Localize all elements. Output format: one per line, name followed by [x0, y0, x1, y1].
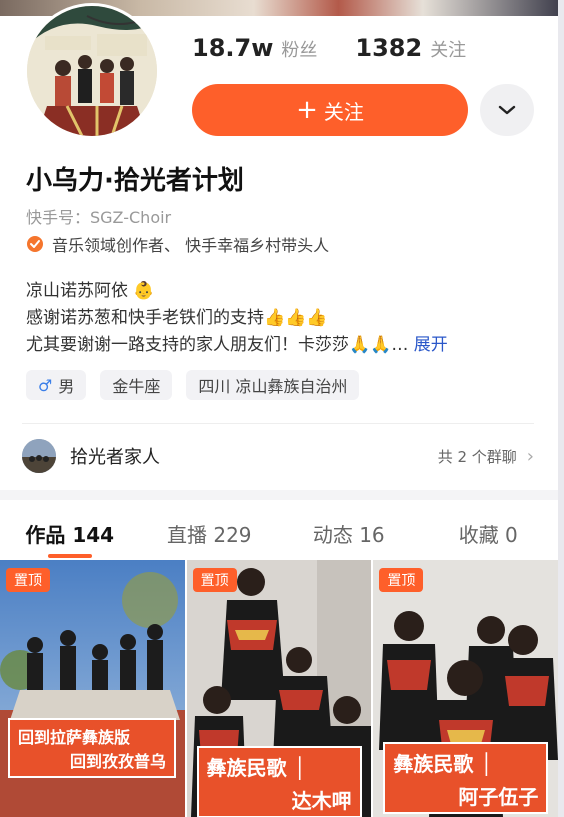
video-caption: 彝族民歌 │ 阿子伍子 — [383, 742, 549, 814]
profile-name: 小乌力·拾光者计划 — [26, 166, 244, 196]
following-label[interactable]: 关注 — [430, 36, 466, 62]
bio-line: 尤其要谢谢一路支持的家人朋友们！卡莎莎🙏🙏… — [26, 335, 409, 355]
video-thumbnail[interactable]: 置顶 回到拉萨彝族版 回到孜孜普乌 — [0, 560, 185, 817]
video-caption: 回到拉萨彝族版 回到孜孜普乌 — [8, 718, 176, 778]
tab-live[interactable]: 直播 229 — [140, 508, 280, 558]
group-count-text: 共 2 个群聊 — [437, 447, 517, 466]
stats-bar: 18.7w 粉丝 1382 关注 — [192, 34, 466, 62]
group-title: 拾光者家人 — [70, 447, 160, 468]
pinned-badge: 置顶 — [6, 568, 50, 592]
kuaishou-id[interactable]: 快手号：SGZ-Choir — [26, 204, 171, 228]
location-tag: 四川 凉山彝族自治州 — [186, 370, 360, 400]
video-caption: 彝族民歌 │ 达木呷 — [196, 746, 362, 817]
certification-row[interactable]: 音乐领域创作者、 快手幸福乡村带头人 — [26, 232, 329, 256]
followers-label[interactable]: 粉丝 — [281, 36, 317, 62]
gender-tag-label: 男 — [58, 377, 75, 396]
video-grid: 置顶 回到拉萨彝族版 回到孜孜普乌 置顶 彝族民歌 │ 达木呷 置顶 彝族民歌 … — [0, 560, 559, 817]
follow-button[interactable]: + 关注 — [192, 84, 468, 136]
caption-line: 回到拉萨彝族版 — [18, 728, 131, 747]
certification-text: 音乐领域创作者、 快手幸福乡村带头人 — [52, 236, 330, 255]
scrollbar-track[interactable] — [558, 0, 564, 817]
tab-favorites[interactable]: 收藏 0 — [419, 508, 559, 558]
caption-line: 阿子伍子 — [458, 785, 539, 809]
bio: 凉山诺苏阿依 👶 感谢诺苏葱和快手老铁们的支持👍👍👍 尤其要谢谢一路支持的家人朋… — [26, 278, 526, 359]
male-icon: ♂ — [38, 375, 53, 395]
bio-line-last: 尤其要谢谢一路支持的家人朋友们！卡莎莎🙏🙏… 展开 — [26, 332, 526, 359]
group-avatar — [22, 439, 56, 473]
caption-line: 彝族民歌 │ — [206, 756, 306, 780]
group-count: 共 2 个群聊 › — [438, 446, 534, 467]
video-thumbnail[interactable]: 置顶 彝族民歌 │ 阿子伍子 — [373, 560, 559, 817]
section-separator — [0, 490, 558, 500]
zodiac-tag: 金牛座 — [100, 370, 173, 400]
bio-line: 凉山诺苏阿依 👶 — [26, 281, 155, 301]
plus-icon: + — [296, 95, 318, 125]
tab-works[interactable]: 作品 144 — [0, 508, 140, 558]
following-count[interactable]: 1382 — [355, 34, 422, 62]
chevron-right-icon: › — [526, 445, 534, 467]
chevron-down-icon — [498, 105, 516, 115]
pinned-badge: 置顶 — [192, 568, 237, 592]
tab-bar: 作品 144 直播 229 动态 16 收藏 0 — [0, 508, 558, 558]
certification-icon — [27, 236, 43, 252]
video-thumbnail[interactable]: 置顶 彝族民歌 │ 达木呷 — [186, 560, 372, 817]
caption-line: 达木呷 — [291, 789, 352, 813]
caption-line: 彝族民歌 │ — [393, 752, 493, 776]
gender-tag: ♂ 男 — [26, 370, 87, 400]
tag-row: ♂ 男 金牛座 四川 凉山彝族自治州 — [26, 370, 373, 400]
divider — [22, 423, 534, 424]
avatar[interactable] — [24, 3, 160, 139]
bio-line: 感谢诺苏葱和快手老铁们的支持👍👍👍 — [26, 308, 328, 328]
tab-moments[interactable]: 动态 16 — [279, 508, 419, 558]
expand-link[interactable]: 展开 — [414, 335, 448, 355]
follow-button-label: 关注 — [323, 99, 364, 124]
more-options-button[interactable] — [480, 84, 534, 136]
video-thumbnail-image — [0, 560, 185, 817]
caption-line: 回到孜孜普乌 — [69, 752, 166, 771]
followers-count[interactable]: 18.7w — [192, 34, 273, 62]
group-chat-row[interactable]: 拾光者家人 共 2 个群聊 › — [22, 434, 534, 478]
pinned-badge: 置顶 — [379, 568, 424, 592]
